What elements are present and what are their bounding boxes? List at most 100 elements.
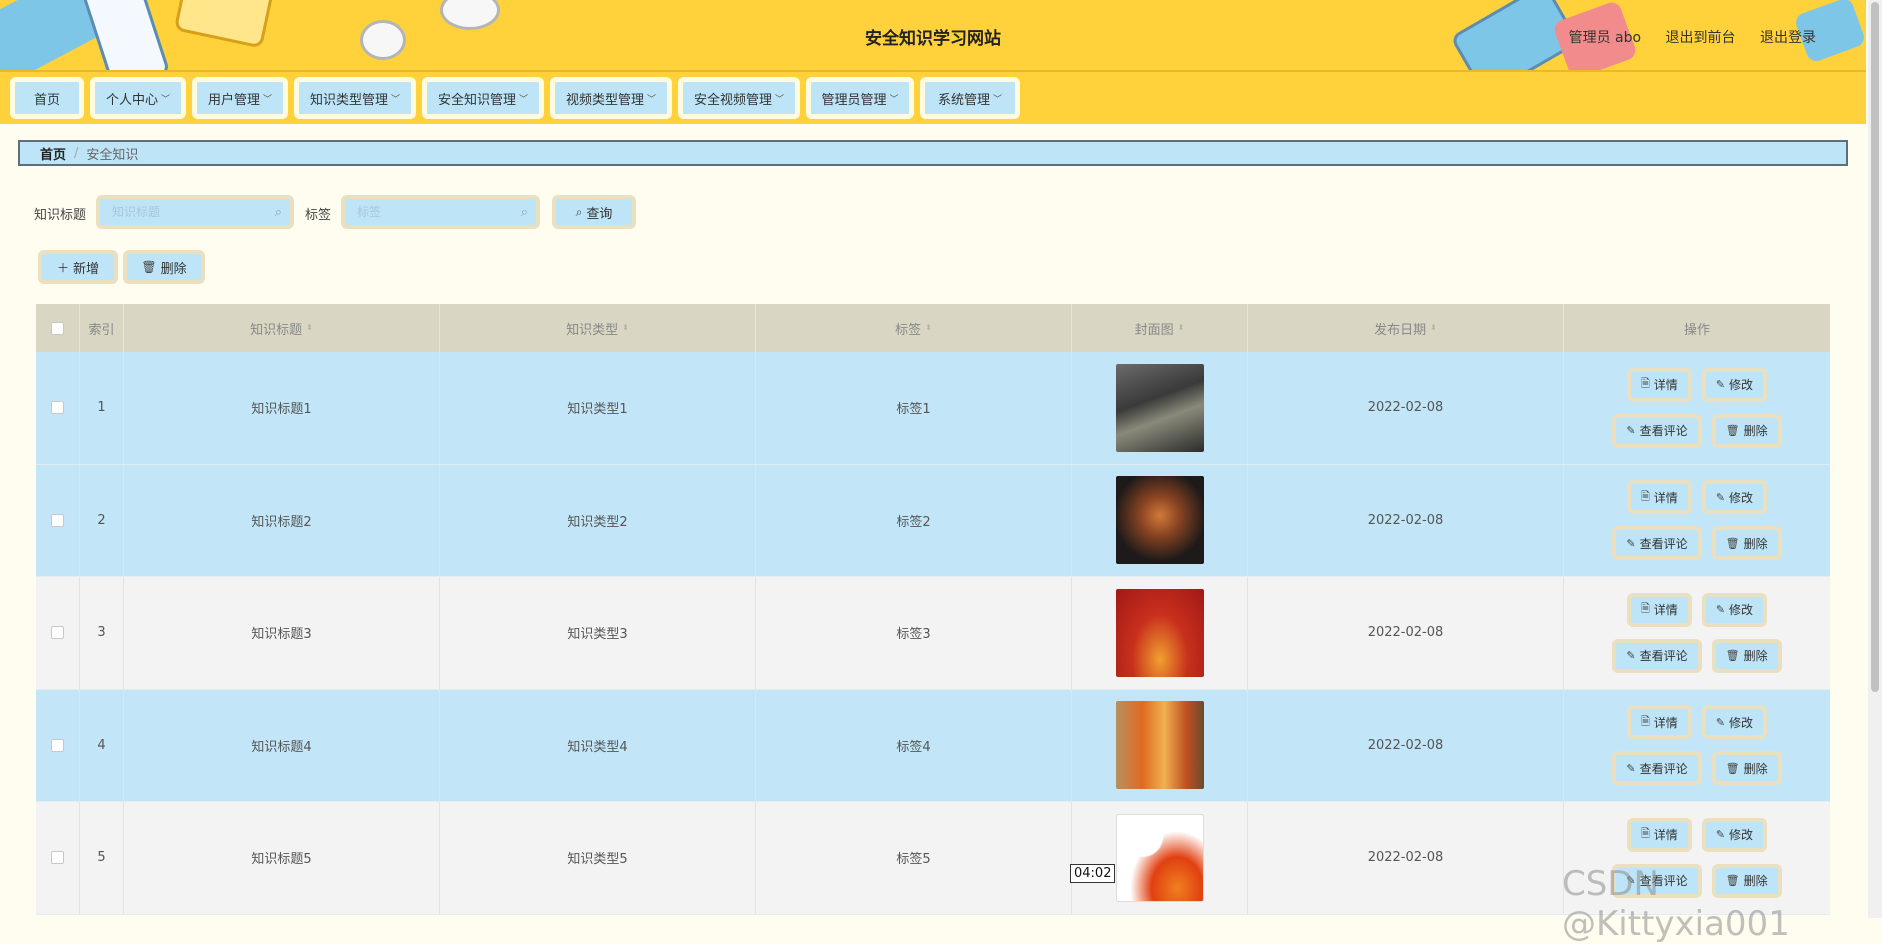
document-icon: 🗎 [1640,489,1650,503]
breadcrumb-home[interactable]: 首页 [40,144,66,163]
row-checkbox[interactable] [51,401,64,415]
title-cell: 知识标题5 [124,802,440,914]
nav-item-label: 个人中心 [105,92,158,108]
sort-icon[interactable]: ⬍ [925,324,932,332]
logout-link[interactable]: 退出登录 [1760,30,1816,46]
chevron-down-icon: ﹀ [519,94,529,105]
cover-cell [1072,577,1248,689]
page-scrollbar[interactable] [1868,0,1882,918]
detail-button[interactable]: 🗎 详情 [1626,705,1692,740]
chevron-down-icon: ﹀ [775,94,785,105]
nav-item-home[interactable]: 首页 [10,77,84,119]
trash-icon: 🗑 [1725,424,1740,438]
actions-cell: 🗎 详情 ✎ 修改 ✎ 查看评论 🗑 删除 [1564,577,1830,689]
detail-button[interactable]: 🗎 详情 [1626,367,1692,402]
delete-button[interactable]: 🗑 删除 [1711,751,1782,786]
edit-icon: ✎ [1715,715,1726,729]
query-button[interactable]: ⌕ 查询 [552,195,636,229]
actions-cell: 🗎 详情 ✎ 修改 ✎ 查看评论 🗑 删除 [1564,352,1830,464]
delete-button[interactable]: 🗑 删除 [1711,413,1782,448]
date-cell: 2022-02-08 [1248,689,1564,801]
column-header-date[interactable]: 发布日期 ⬍ [1248,304,1564,352]
edit-button[interactable]: ✎ 修改 [1701,592,1768,627]
nav-item-system-management[interactable]: 系统管理 ﹀ [920,77,1020,119]
select-all-checkbox[interactable] [51,321,64,335]
view-comments-button[interactable]: ✎ 查看评论 [1612,638,1702,673]
column-header-title[interactable]: 知识标题 ⬍ [124,304,440,352]
title-search-field[interactable]: ⌕ [96,195,294,229]
column-header-label: 索引 [88,322,115,338]
cover-image[interactable] [1115,701,1204,790]
edit-button[interactable]: ✎ 修改 [1701,705,1768,740]
row-checkbox[interactable] [51,513,64,527]
view-comments-button[interactable]: ✎ 查看评论 [1612,413,1702,448]
edit-label: 修改 [1729,715,1754,730]
delete-button[interactable]: 🗑 删除 [1711,526,1782,561]
exit-to-front-link[interactable]: 退出到前台 [1666,30,1736,46]
cover-image[interactable] [1115,588,1204,677]
tag-search-input[interactable] [357,205,521,219]
row-checkbox[interactable] [51,851,64,865]
detail-button[interactable]: 🗎 详情 [1626,817,1692,852]
table-row: 3 知识标题3 知识类型3 标签3 2022-02-08 🗎 详情 ✎ 修改 ✎ 查看… [36,577,1830,690]
nav-item-safety-video-management[interactable]: 安全视频管理 ﹀ [678,77,800,119]
edit-label: 修改 [1729,828,1754,843]
sort-icon[interactable]: ⬍ [306,324,313,332]
nav-item-label: 用户管理 [207,92,260,108]
nav-item-admin-management[interactable]: 管理员管理 ﹀ [806,77,914,119]
view-comments-button[interactable]: ✎ 查看评论 [1612,526,1702,561]
title-search-label: 知识标题 [34,208,87,223]
cover-cell [1072,464,1248,576]
column-header-cover[interactable]: 封面图 ⬍ [1072,304,1248,352]
delete-label: 删除 [1743,536,1768,551]
view-comments-label: 查看评论 [1639,649,1688,664]
scrollbar-thumb[interactable] [1871,2,1879,692]
title-search-input[interactable] [112,205,275,219]
edit-icon: ✎ [1626,649,1636,663]
detail-button[interactable]: 🗎 详情 [1626,480,1692,515]
add-button[interactable]: ＋ 新增 [38,250,118,284]
type-cell: 知识类型3 [440,577,756,689]
actions-cell: 🗎 详情 ✎ 修改 ✎ 查看评论 🗑 删除 [1564,465,1830,577]
row-select-cell [36,352,80,464]
tag-cell: 标签5 [756,802,1072,914]
sort-icon[interactable]: ⬍ [622,324,629,332]
detail-button[interactable]: 🗎 详情 [1626,592,1692,627]
edit-button[interactable]: ✎ 修改 [1701,367,1768,402]
detail-label: 详情 [1653,490,1678,505]
delete-selected-button[interactable]: 🗑 删除 [123,250,205,284]
table-row: 4 知识标题4 知识类型4 标签4 2022-02-08 🗎 详情 ✎ 修改 ✎ 查看… [36,689,1830,802]
title-cell: 知识标题3 [124,577,440,689]
nav-item-knowledge-type-management[interactable]: 知识类型管理 ﹀ [294,77,416,119]
type-cell: 知识类型1 [440,352,756,464]
trash-icon: 🗑 [1725,536,1740,550]
document-icon: 🗎 [1640,827,1650,841]
cover-cell [1072,352,1248,464]
actions-cell: 🗎 详情 ✎ 修改 ✎ 查看评论 🗑 删除 [1564,690,1830,802]
edit-button[interactable]: ✎ 修改 [1701,480,1768,515]
view-comments-label: 查看评论 [1639,536,1688,551]
tag-search-label: 标签 [305,208,332,223]
row-checkbox[interactable] [51,738,64,752]
cover-image[interactable] [1115,813,1204,902]
nav-item-video-type-management[interactable]: 视频类型管理 ﹀ [550,77,672,119]
delete-button[interactable]: 🗑 删除 [1711,638,1782,673]
sort-icon[interactable]: ⬍ [1430,324,1437,332]
nav-item-safety-knowledge-management[interactable]: 安全知识管理 ﹀ [422,77,544,119]
view-comments-button[interactable]: ✎ 查看评论 [1612,751,1702,786]
column-header-type[interactable]: 知识类型 ⬍ [440,304,756,352]
row-checkbox[interactable] [51,626,64,640]
edit-label: 修改 [1729,603,1754,618]
column-header-tag[interactable]: 标签 ⬍ [756,304,1072,352]
column-header-label: 封面图 [1134,322,1174,338]
title-cell: 知识标题1 [124,352,440,464]
sort-icon[interactable]: ⬍ [1178,324,1185,332]
time-tooltip: 04:02 [1070,864,1116,883]
cover-image[interactable] [1115,476,1204,565]
tag-search-field[interactable]: ⌕ [341,195,540,229]
chevron-down-icon: ﹀ [993,94,1003,105]
nav-item-personal-center[interactable]: 个人中心 ﹀ [90,77,186,119]
cover-image[interactable] [1115,363,1204,452]
nav-item-user-management[interactable]: 用户管理 ﹀ [192,77,288,119]
edit-button[interactable]: ✎ 修改 [1701,817,1768,852]
